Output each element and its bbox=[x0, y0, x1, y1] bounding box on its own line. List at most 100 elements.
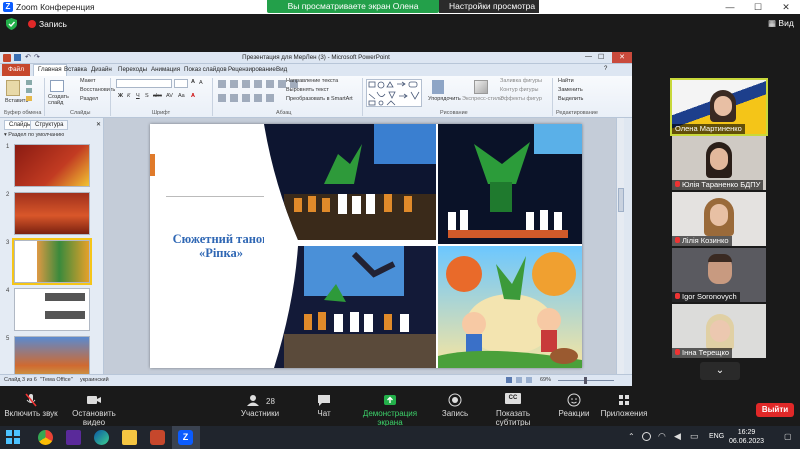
minimize-button[interactable]: — bbox=[716, 1, 744, 13]
chevron-up-icon[interactable]: ⌃ bbox=[628, 432, 635, 441]
participant-tile[interactable]: Юлія Тараненко БДПУ bbox=[672, 136, 766, 190]
tab-design[interactable]: Дизайн bbox=[91, 66, 112, 73]
redo-icon[interactable]: ↷ bbox=[34, 53, 40, 61]
tab-view[interactable]: Вид bbox=[276, 66, 287, 73]
tab-home[interactable]: Главная bbox=[33, 64, 67, 76]
shrink-font-button[interactable]: A bbox=[199, 80, 203, 86]
network-icon[interactable] bbox=[642, 432, 651, 441]
scrollbar-thumb[interactable] bbox=[618, 188, 624, 212]
align-buttons[interactable] bbox=[218, 94, 278, 102]
zoom-slider-thumb[interactable] bbox=[584, 377, 587, 384]
replace-button[interactable]: Заменить bbox=[558, 87, 583, 93]
underline-button[interactable]: Ч bbox=[136, 93, 140, 99]
font-size-select[interactable] bbox=[174, 79, 188, 88]
tab-transitions[interactable]: Переходы bbox=[118, 66, 147, 73]
powerpoint-icon[interactable] bbox=[150, 430, 165, 445]
save-icon[interactable] bbox=[66, 430, 81, 445]
zoom-level[interactable]: 69% bbox=[540, 377, 551, 383]
speaker-icon[interactable]: ◀ bbox=[674, 431, 681, 442]
apps-button[interactable]: Приложения bbox=[600, 393, 648, 418]
participant-tile[interactable]: Інна Терещко bbox=[672, 304, 766, 358]
participant-tile[interactable]: Олена Мартиненко bbox=[670, 78, 768, 136]
slide-thumbnail-1[interactable] bbox=[14, 144, 90, 187]
find-button[interactable]: Найти bbox=[558, 78, 574, 84]
edge-icon[interactable] bbox=[94, 430, 109, 445]
slide-thumbnail-4[interactable] bbox=[14, 288, 90, 331]
normal-view-icon[interactable] bbox=[506, 377, 512, 383]
create-slide-button[interactable]: Создать слайд bbox=[48, 94, 72, 106]
record-button[interactable]: Запись bbox=[440, 393, 470, 418]
tab-review[interactable]: Рецензирование bbox=[228, 66, 276, 73]
close-button[interactable]: ✕ bbox=[772, 1, 800, 13]
current-slide[interactable]: Сюжетний танок «Ріпка» bbox=[150, 124, 582, 368]
slide-thumbnail-2[interactable] bbox=[14, 192, 90, 235]
participant-tile[interactable]: Igor Soronovych bbox=[672, 248, 766, 302]
help-icon[interactable]: ? bbox=[604, 66, 607, 72]
ppt-minimize-button[interactable]: — bbox=[585, 53, 592, 60]
vertical-scrollbar[interactable] bbox=[616, 118, 624, 374]
share-screen-button[interactable]: Демонстрация экрана bbox=[350, 393, 430, 427]
tab-outline[interactable]: Структура bbox=[30, 120, 69, 130]
align-text-button[interactable]: Выровнять текст bbox=[286, 87, 329, 93]
copy-icon[interactable] bbox=[26, 88, 32, 93]
format-painter-icon[interactable] bbox=[26, 96, 32, 101]
unmute-button[interactable]: Включить звук bbox=[4, 393, 58, 418]
shapes-gallery[interactable] bbox=[366, 79, 422, 107]
tab-animation[interactable]: Анимация bbox=[151, 66, 180, 73]
stop-video-button[interactable]: Остановить видео bbox=[62, 393, 126, 427]
captions-button[interactable]: CC Показать субтитры bbox=[480, 393, 546, 427]
view-menu-button[interactable]: ▦ Вид bbox=[768, 18, 794, 29]
language-indicator[interactable]: ENG bbox=[709, 433, 724, 440]
system-clock[interactable]: 16:29 06.06.2023 bbox=[729, 428, 764, 446]
new-slide-icon[interactable] bbox=[50, 80, 64, 92]
slide-thumbnail-5[interactable] bbox=[14, 336, 90, 379]
section-button[interactable]: Раздел bbox=[80, 96, 98, 102]
view-options-button[interactable]: Настройки просмотра ⌄ bbox=[439, 0, 539, 24]
cut-icon[interactable] bbox=[26, 80, 32, 85]
wifi-icon[interactable]: ◠ bbox=[658, 431, 666, 442]
file-explorer-icon[interactable] bbox=[122, 430, 137, 445]
change-case-button[interactable]: Aa bbox=[178, 93, 185, 99]
battery-icon[interactable]: ▭ bbox=[690, 431, 699, 442]
arrange-icon[interactable] bbox=[432, 80, 444, 94]
undo-icon[interactable]: ↶ bbox=[25, 53, 31, 61]
panel-close-icon[interactable]: ✕ bbox=[96, 121, 101, 128]
select-button[interactable]: Выделить bbox=[558, 96, 583, 102]
quick-styles-button[interactable]: Экспресс-стили bbox=[462, 96, 502, 102]
font-name-select[interactable] bbox=[116, 79, 172, 88]
char-spacing-button[interactable]: AV bbox=[166, 93, 173, 99]
chrome-icon[interactable] bbox=[38, 430, 53, 445]
slide-thumbnail-3[interactable] bbox=[12, 238, 92, 285]
clipboard-icon[interactable] bbox=[6, 80, 20, 96]
shape-fill-button[interactable]: Заливка фигуры bbox=[500, 78, 542, 84]
grow-font-button[interactable]: A bbox=[191, 79, 195, 85]
font-color-button[interactable]: A bbox=[191, 93, 195, 99]
slide-sorter-icon[interactable] bbox=[516, 377, 522, 383]
ppt-maximize-button[interactable]: ☐ bbox=[598, 53, 604, 61]
chevron-down-icon[interactable]: ⌄ bbox=[700, 362, 740, 380]
shape-effects-button[interactable]: Эффекты фигур bbox=[500, 96, 542, 102]
ppt-close-button[interactable]: ✕ bbox=[612, 52, 632, 63]
tab-slideshow[interactable]: Показ слайдов bbox=[184, 66, 227, 73]
shape-outline-button[interactable]: Контур фигуры bbox=[500, 87, 538, 93]
bold-button[interactable]: Ж bbox=[118, 93, 123, 99]
chat-button[interactable]: Чат bbox=[310, 393, 338, 418]
shield-icon[interactable] bbox=[6, 18, 17, 30]
strike-button[interactable]: abc bbox=[153, 93, 162, 99]
windows-start-icon[interactable] bbox=[6, 430, 21, 445]
participants-button[interactable]: Участники bbox=[236, 393, 284, 418]
participant-tile[interactable]: Лілія Козинко bbox=[672, 192, 766, 246]
paste-button[interactable]: Вставить bbox=[5, 98, 28, 104]
save-icon[interactable] bbox=[14, 54, 21, 61]
tab-insert[interactable]: Вставка bbox=[64, 66, 87, 73]
shadow-text-button[interactable]: S bbox=[145, 93, 149, 99]
text-direction-button[interactable]: Направление текста bbox=[286, 78, 338, 84]
section-header[interactable]: ▾ Раздел по умолчанию bbox=[4, 132, 64, 138]
italic-button[interactable]: К bbox=[127, 93, 130, 99]
zoom-taskbar-button[interactable]: Z bbox=[172, 426, 200, 449]
reactions-button[interactable]: Реакции bbox=[556, 393, 592, 418]
smartart-button[interactable]: Преобразовать в SmartArt bbox=[286, 96, 353, 102]
quick-styles-icon[interactable] bbox=[474, 80, 488, 94]
layout-button[interactable]: Макет bbox=[80, 78, 96, 84]
leave-button[interactable]: Выйти bbox=[756, 403, 794, 417]
